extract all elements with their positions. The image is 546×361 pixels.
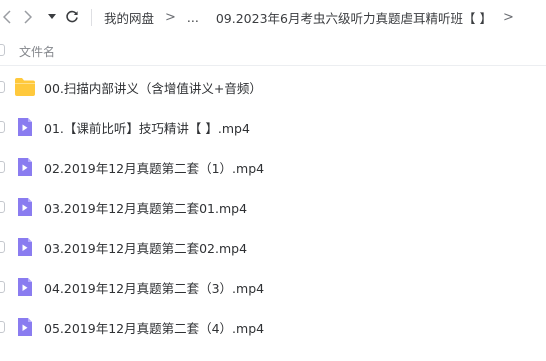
row-checkbox[interactable] bbox=[0, 241, 5, 253]
breadcrumb-separator-icon: > bbox=[165, 9, 176, 25]
breadcrumb: 我的网盘 > ... 09.2023年6月考虫六级听力真题虐耳精听班【 】 > bbox=[104, 8, 525, 26]
row-checkbox[interactable] bbox=[0, 281, 5, 293]
file-row[interactable]: 01.【课前比听】技巧精讲【 】.mp4 bbox=[0, 107, 546, 147]
forward-button[interactable] bbox=[21, 8, 35, 26]
file-row[interactable]: 04.2019年12月真题第二套（3）.mp4 bbox=[0, 267, 546, 307]
file-name[interactable]: 01.【课前比听】技巧精讲【 】.mp4 bbox=[44, 118, 250, 137]
back-button[interactable] bbox=[0, 8, 14, 26]
row-checkbox[interactable] bbox=[0, 81, 5, 93]
breadcrumb-ellipsis[interactable]: ... bbox=[187, 10, 199, 25]
chevron-left-icon bbox=[3, 10, 11, 24]
breadcrumb-more-icon[interactable]: > bbox=[503, 10, 514, 25]
file-row[interactable]: 00.扫描内部讲义（含增值讲义+音频） bbox=[0, 67, 546, 107]
chevron-right-icon bbox=[24, 10, 32, 24]
history-dropdown-button[interactable] bbox=[46, 8, 58, 26]
file-row[interactable]: 02.2019年12月真题第二套（1）.mp4 bbox=[0, 147, 546, 187]
file-name[interactable]: 03.2019年12月真题第二套01.mp4 bbox=[44, 198, 247, 217]
breadcrumb-current[interactable]: 09.2023年6月考虫六级听力真题虐耳精听班【 】 bbox=[216, 8, 492, 27]
breadcrumb-root[interactable]: 我的网盘 bbox=[104, 8, 154, 27]
file-row[interactable]: 03.2019年12月真题第二套02.mp4 bbox=[0, 227, 546, 267]
video-file-icon bbox=[14, 157, 36, 177]
toolbar: 我的网盘 > ... 09.2023年6月考虫六级听力真题虐耳精听班【 】 > bbox=[0, 0, 546, 34]
name-column-header[interactable]: 文件名 bbox=[19, 43, 55, 60]
video-file-icon bbox=[14, 277, 36, 297]
folder-name[interactable]: 00.扫描内部讲义（含增值讲义+音频） bbox=[44, 78, 262, 97]
row-checkbox[interactable] bbox=[0, 121, 5, 133]
caret-down-icon bbox=[48, 14, 56, 19]
file-name[interactable]: 04.2019年12月真题第二套（3）.mp4 bbox=[44, 278, 264, 297]
file-list-header: 文件名 bbox=[0, 36, 546, 66]
row-checkbox[interactable] bbox=[0, 161, 5, 173]
file-row[interactable]: 03.2019年12月真题第二套01.mp4 bbox=[0, 187, 546, 227]
refresh-button[interactable] bbox=[63, 8, 81, 26]
video-file-icon bbox=[14, 237, 36, 257]
video-file-icon bbox=[14, 117, 36, 137]
row-checkbox[interactable] bbox=[0, 321, 5, 333]
file-name[interactable]: 02.2019年12月真题第二套（1）.mp4 bbox=[44, 158, 264, 177]
folder-icon bbox=[14, 77, 36, 97]
row-checkbox[interactable] bbox=[0, 201, 5, 213]
video-file-icon bbox=[14, 197, 36, 217]
file-row[interactable]: 05.2019年12月真题第二套（4）.mp4 bbox=[0, 307, 546, 347]
file-name[interactable]: 03.2019年12月真题第二套02.mp4 bbox=[44, 238, 247, 257]
toolbar-divider bbox=[91, 9, 92, 26]
refresh-icon bbox=[66, 10, 78, 23]
select-all-checkbox[interactable] bbox=[0, 44, 5, 56]
video-file-icon bbox=[14, 317, 36, 337]
file-name[interactable]: 05.2019年12月真题第二套（4）.mp4 bbox=[44, 318, 264, 337]
